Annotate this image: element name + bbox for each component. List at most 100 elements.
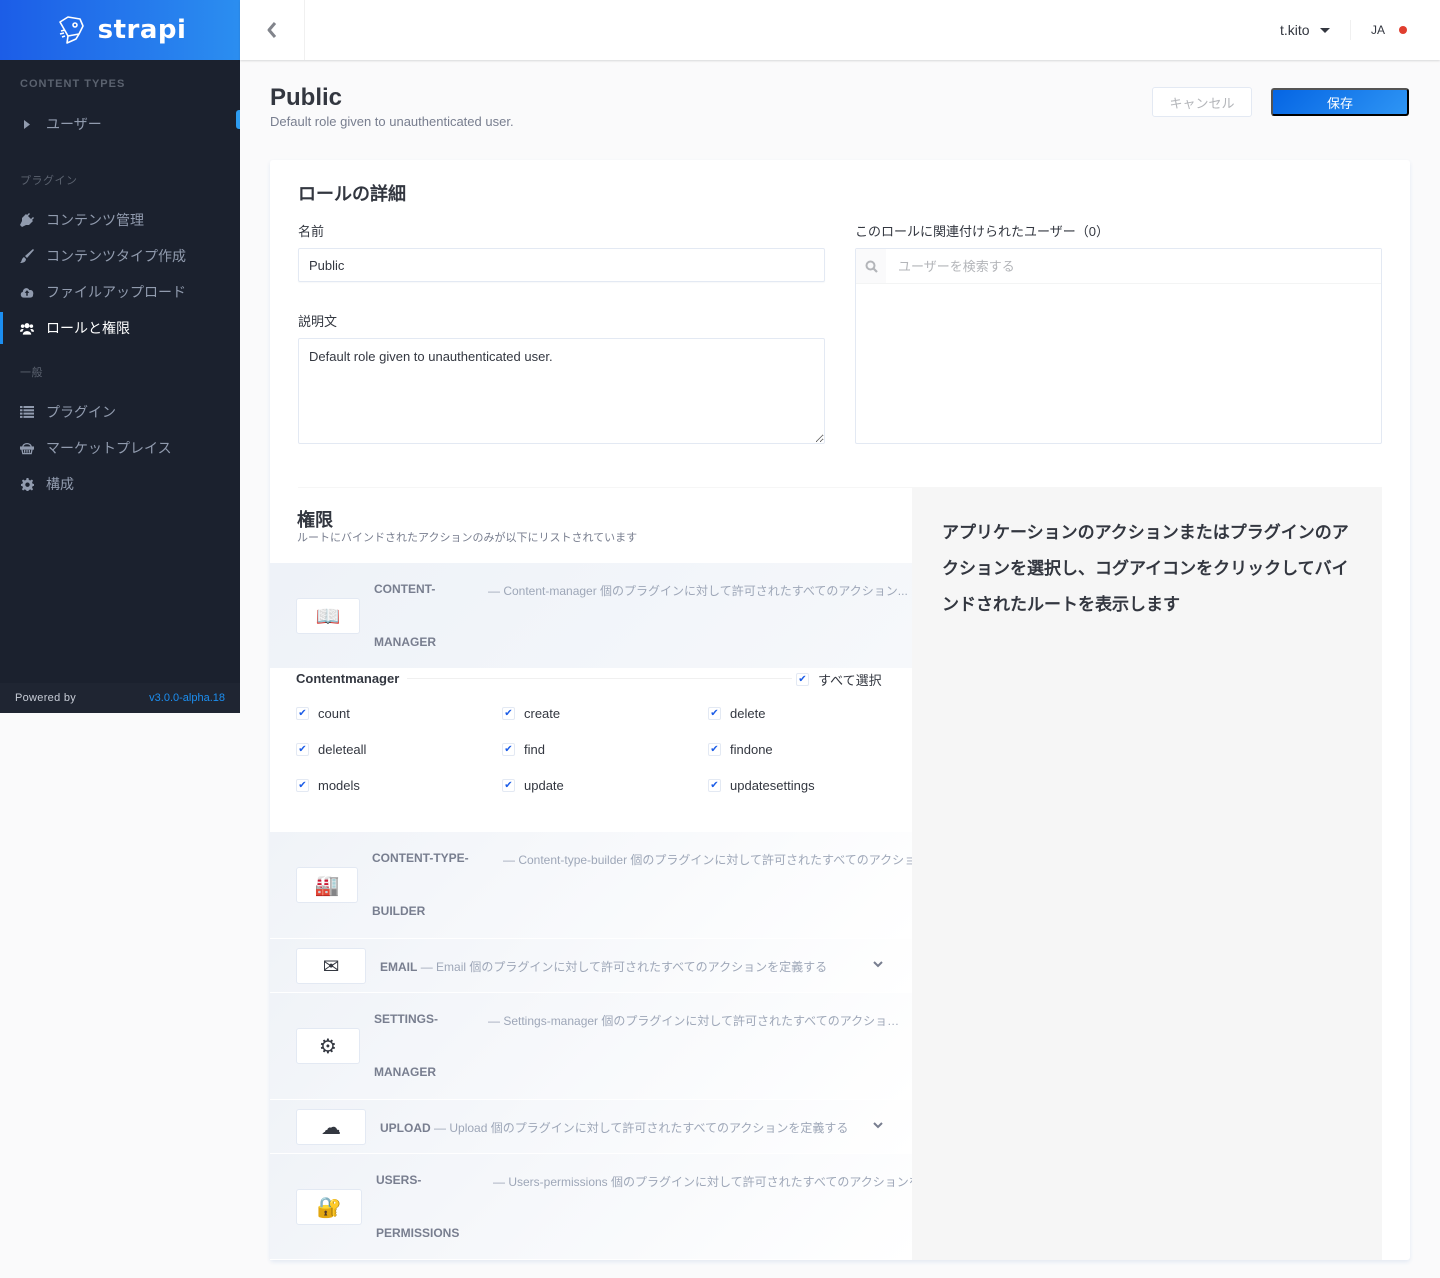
version-link[interactable]: v3.0.0-alpha.18 — [149, 692, 225, 704]
action-label: find — [524, 742, 545, 757]
users-search-input[interactable] — [886, 258, 1381, 274]
sidebar-item-roles-permissions[interactable]: ロールと権限 — [0, 310, 240, 346]
description-textarea[interactable]: Default role given to unauthenticated us… — [298, 338, 825, 444]
action-checkbox-models[interactable]: ✔ models — [296, 778, 360, 793]
sidebar-item-upload[interactable]: ファイルアップロード — [0, 274, 240, 310]
name-label: 名前 — [298, 224, 325, 239]
language-selector[interactable]: JA — [1371, 0, 1408, 60]
plugin-row-upload[interactable]: ☁ UPLOAD — Upload 個のプラグインに対して許可されたすべてのアク… — [270, 1100, 912, 1154]
sidebar-item-label: プラグイン — [46, 404, 116, 420]
action-label: update — [524, 778, 564, 793]
plugin-name-line2: BUILDER — [372, 904, 426, 918]
active-content-type-marker — [236, 110, 240, 129]
permissions-subtitle: ルートにバインドされたアクションのみが以下にリストされています — [297, 532, 638, 544]
status-dot-icon — [1399, 26, 1408, 34]
action-label: create — [524, 706, 561, 721]
checkbox-checked-icon: ✔ — [796, 673, 809, 686]
lock-key-icon: 🔐 — [296, 1189, 362, 1225]
checkbox-checked-icon: ✔ — [708, 779, 721, 792]
controller-divider — [407, 678, 792, 679]
page-title: Public — [270, 84, 343, 111]
sidebar-item-marketplace[interactable]: マーケットプレイス — [0, 430, 240, 466]
sidebar-item-plugins[interactable]: プラグイン — [0, 394, 240, 430]
search-icon — [856, 249, 886, 283]
role-edit-card: ロールの詳細 名前 説明文 Default role given to unau… — [270, 160, 1410, 1260]
plugin-row-email[interactable]: ✉ EMAIL — Email 個のプラグインに対して許可されたすべてのアクショ… — [270, 939, 912, 993]
action-label: findone — [730, 742, 773, 757]
select-all-checkbox[interactable]: ✔ すべて選択 — [796, 670, 882, 689]
action-checkbox-deleteall[interactable]: ✔ deleteall — [296, 742, 366, 757]
action-checkbox-create[interactable]: ✔ create — [502, 706, 560, 721]
brand-name: strapi — [97, 15, 187, 45]
description-label: 説明文 — [298, 314, 338, 329]
plugin-name-line2: MANAGER — [374, 1065, 436, 1079]
users-label: このロールに関連付けられたユーザー（0） — [855, 224, 1109, 239]
checkbox-checked-icon: ✔ — [296, 707, 309, 720]
plugin-heading: UPLOAD — Upload 個のプラグインに対して許可されたすべてのアクショ… — [380, 1119, 848, 1136]
cloud-upload-icon — [20, 285, 34, 299]
plugin-name: EMAIL — [380, 960, 418, 974]
controller-title: Contentmanager — [296, 671, 400, 686]
cancel-button[interactable]: キャンセル — [1152, 87, 1252, 117]
plugin-name-line1: CONTENT- — [374, 582, 436, 596]
save-button[interactable]: 保存 — [1271, 88, 1409, 116]
sidebar-item-label: コンテンツタイプ作成 — [46, 248, 186, 264]
paint-brush-icon — [20, 249, 34, 263]
shopping-basket-icon — [20, 441, 34, 455]
checkbox-checked-icon: ✔ — [296, 779, 309, 792]
bound-route-help-text: アプリケーションのアクションまたはプラグインのアクションを選択し、コグアイコンを… — [942, 523, 1349, 614]
sidebar-item-users-content-type[interactable]: ユーザー — [0, 106, 240, 142]
plugin-row-content-type-builder[interactable]: 🏭 CONTENT-TYPE- BUILDER — Content-type-b… — [270, 832, 912, 939]
action-checkbox-findone[interactable]: ✔ findone — [708, 742, 773, 757]
plugin-description: — Content-type-builder 個のプラグインに対して許可されたす… — [503, 853, 912, 867]
checkbox-checked-icon: ✔ — [708, 743, 721, 756]
user-menu[interactable]: t.kito — [1280, 0, 1330, 60]
action-label: models — [318, 778, 360, 793]
caret-right-icon — [20, 117, 34, 131]
plugin-name-line2: PERMISSIONS — [376, 1226, 460, 1240]
name-input[interactable] — [298, 248, 825, 282]
chevron-down-icon[interactable] — [873, 1120, 883, 1132]
checkbox-checked-icon: ✔ — [296, 743, 309, 756]
book-icon: 📖 — [296, 598, 360, 634]
plugin-row-settings-manager[interactable]: ⚙ SETTINGS- MANAGER — Settings-manager 個… — [270, 993, 912, 1100]
plugin-description: — Users-permissions 個のプラグインに対して許可されたすべての… — [493, 1175, 912, 1189]
cloud-upload-icon: ☁ — [296, 1109, 366, 1145]
envelope-icon: ✉ — [296, 948, 366, 984]
sidebar-item-configuration[interactable]: 構成 — [0, 466, 240, 502]
action-checkbox-find[interactable]: ✔ find — [502, 742, 545, 757]
sidebar-item-label: ファイルアップロード — [46, 284, 186, 300]
plugin-name-line1: CONTENT-TYPE- — [372, 851, 469, 865]
plugin-name-line1: USERS- — [376, 1173, 422, 1187]
plugin-name: UPLOAD — [380, 1121, 431, 1135]
sidebar-item-content-type-builder[interactable]: コンテンツタイプ作成 — [0, 238, 240, 274]
users-list-box — [855, 248, 1382, 444]
strapi-logo-icon — [58, 16, 84, 44]
plugin-name-line2: MANAGER — [374, 635, 436, 649]
powered-by-label: Powered by — [15, 692, 77, 704]
action-checkbox-count[interactable]: ✔ count — [296, 706, 350, 721]
sidebar-item-content-manager[interactable]: コンテンツ管理 — [0, 202, 240, 238]
action-label: count — [318, 706, 350, 721]
checkbox-checked-icon: ✔ — [708, 707, 721, 720]
action-checkbox-update[interactable]: ✔ update — [502, 778, 564, 793]
sidebar-item-label: マーケットプレイス — [46, 440, 172, 456]
chevron-down-icon[interactable] — [873, 959, 883, 971]
collapse-sidebar-button[interactable] — [240, 0, 305, 60]
action-label: delete — [730, 706, 766, 721]
users-icon — [20, 321, 34, 335]
top-bar: t.kito JA — [240, 0, 1440, 60]
plugin-description: — Email 個のプラグインに対して許可されたすべてのアクションを定義する — [420, 960, 828, 974]
plugin-row-users-permissions[interactable]: 🔐 USERS- PERMISSIONS — Users-permissions… — [270, 1154, 912, 1260]
brand-header[interactable]: strapi — [0, 0, 240, 60]
action-checkbox-delete[interactable]: ✔ delete — [708, 706, 765, 721]
sidebar-section-general: 一般 — [20, 367, 43, 379]
caret-down-icon — [1319, 27, 1330, 33]
select-all-label: すべて選択 — [818, 673, 882, 688]
role-details-title: ロールの詳細 — [298, 184, 406, 204]
action-checkbox-updatesettings[interactable]: ✔ updatesettings — [708, 778, 815, 793]
bound-route-panel: アプリケーションのアクションまたはプラグインのアクションを選択し、コグアイコンを… — [912, 487, 1382, 1260]
plugin-description: — Settings-manager 個のプラグインに対して許可されたすべてのア… — [488, 1014, 908, 1028]
gears-icon: ⚙ — [296, 1028, 360, 1064]
plugin-row-content-manager[interactable]: 📖 CONTENT- MANAGER — Content-manager 個のプ… — [270, 563, 912, 669]
